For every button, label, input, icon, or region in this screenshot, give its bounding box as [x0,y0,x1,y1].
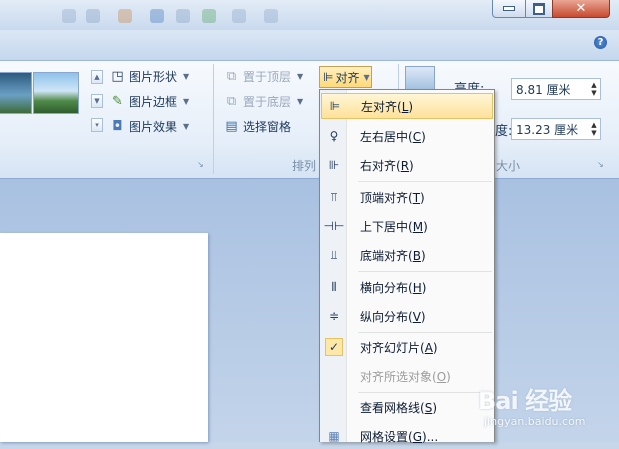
menu-item-align-top[interactable]: ⫪ 顶端对齐(T) [321,184,493,210]
quick-access-icon[interactable] [62,9,76,23]
group-separator [213,64,214,174]
menu-separator [358,392,492,393]
menu-item-distribute-vertical[interactable]: ≑ 纵向分布(V) [321,303,493,329]
menu-item-align-middle[interactable]: ⊣⊢ 上下居中(M) [321,213,493,239]
gallery-down-button[interactable]: ▼ [91,94,103,108]
align-center-icon: ♀ [329,129,339,143]
watermark-logo-text: Bai 经验 [478,387,572,415]
picture-shape-button[interactable]: ◳ 图片形状 ▼ [110,66,189,86]
width-field[interactable]: 13.23 厘米 ▲ ▼ [511,118,601,140]
align-middle-icon: ⊣⊢ [323,219,345,233]
quick-access-icon[interactable] [176,9,190,23]
picture-border-button[interactable]: ✎ 图片边框 ▼ [110,91,189,111]
quick-access-icon[interactable] [86,9,100,23]
gallery-up-button[interactable]: ▲ [91,70,103,84]
close-button[interactable]: ✕ [552,0,610,18]
check-icon: ✓ [325,338,343,356]
restore-button[interactable] [525,0,553,18]
menu-item-align-center[interactable]: ♀ 左右居中(C) [321,123,493,149]
menu-separator [358,181,492,182]
menu-item-grid-settings[interactable]: ▦ 网格设置(G)... [321,423,493,449]
distribute-vertical-icon: ≑ [328,309,340,323]
shape-icon: ◳ [111,68,124,84]
help-icon[interactable]: ? [594,36,607,49]
close-icon: ✕ [575,1,587,16]
align-left-icon: ⊫ [329,99,341,113]
menu-separator [358,332,492,333]
quick-access-icon[interactable] [264,9,278,23]
menu-item-align-selected[interactable]: 对齐所选对象(O) [321,363,493,389]
selection-pane-icon: ▤ [225,118,238,134]
restore-icon [533,2,545,15]
effect-icon: ◘ [112,118,123,134]
quick-access-icon[interactable] [202,9,216,23]
menu-item-distribute-horizontal[interactable]: ⫴ 横向分布(H) [321,274,493,300]
ribbon-tab-strip [0,30,619,61]
height-spinner[interactable]: ▲ ▼ [588,81,600,97]
quick-access-icon[interactable] [118,9,132,23]
size-group-label: 大小 [496,159,521,173]
dropdown-caret-icon: ▼ [297,96,304,106]
dialog-launcher-icon[interactable]: ↘ [597,160,605,169]
menu-item-view-gridlines[interactable]: 查看网格线(S) [321,394,493,420]
width-spinner[interactable]: ▲ ▼ [588,121,600,137]
menu-item-align-to-slide[interactable]: ✓ 对齐幻灯片(A) [321,334,493,360]
height-field[interactable]: 8.81 厘米 ▲ ▼ [511,78,601,100]
title-bar: ✕ [0,0,619,30]
quick-access-icon[interactable] [232,9,246,23]
align-left-icon: ⊫ [323,70,334,84]
menu-item-align-bottom[interactable]: ⫫ 底端对齐(B) [321,242,493,268]
arrange-group-label: 排列 [292,159,317,173]
dropdown-caret-icon: ▼ [183,121,190,131]
picture-style-thumb[interactable] [0,72,32,114]
align-bottom-icon: ⫫ [330,247,338,262]
picture-effect-button[interactable]: ◘ 图片效果 ▼ [110,116,189,136]
gallery-more-button[interactable]: ▾ [91,118,103,132]
pencil-icon: ✎ [112,93,123,109]
menu-item-align-left[interactable]: ⊫ 左对齐(L) [321,93,493,119]
baidu-watermark: Bai 经验 jingyan.baidu.com [478,375,618,435]
send-to-back-button[interactable]: ⧉ 置于底层 ▼ [224,91,303,111]
align-top-icon: ⫪ [330,189,338,204]
dropdown-caret-icon: ▼ [363,72,370,82]
menu-separator [358,271,492,272]
dropdown-caret-icon: ▼ [297,71,304,81]
bring-front-icon: ⧉ [226,68,237,84]
quick-access-icon[interactable] [150,9,164,23]
bring-to-front-button[interactable]: ⧉ 置于顶层 ▼ [224,66,303,86]
dialog-launcher-icon[interactable]: ↘ [197,160,205,169]
distribute-horizontal-icon: ⫴ [331,279,337,294]
send-back-icon: ⧉ [226,93,237,109]
dropdown-caret-icon: ▼ [183,71,190,81]
menu-item-align-right[interactable]: ⊪ 右对齐(R) [321,152,493,178]
selection-pane-button[interactable]: ▤ 选择窗格 [224,116,291,136]
picture-style-thumb[interactable] [33,72,79,114]
grid-icon: ▦ [328,429,340,443]
align-right-icon: ⊪ [328,158,340,172]
slide-canvas[interactable] [0,233,208,442]
align-button[interactable]: ⊫ 对齐 ▼ [319,66,372,88]
minimize-button[interactable] [492,0,526,18]
minimize-icon [503,6,515,11]
dropdown-caret-icon: ▼ [183,96,190,106]
align-dropdown-menu: ⊫ 左对齐(L) ♀ 左右居中(C) ⊪ 右对齐(R) ⫪ 顶端对齐(T) ⊣⊢… [319,89,495,444]
watermark-url: jingyan.baidu.com [484,415,586,428]
